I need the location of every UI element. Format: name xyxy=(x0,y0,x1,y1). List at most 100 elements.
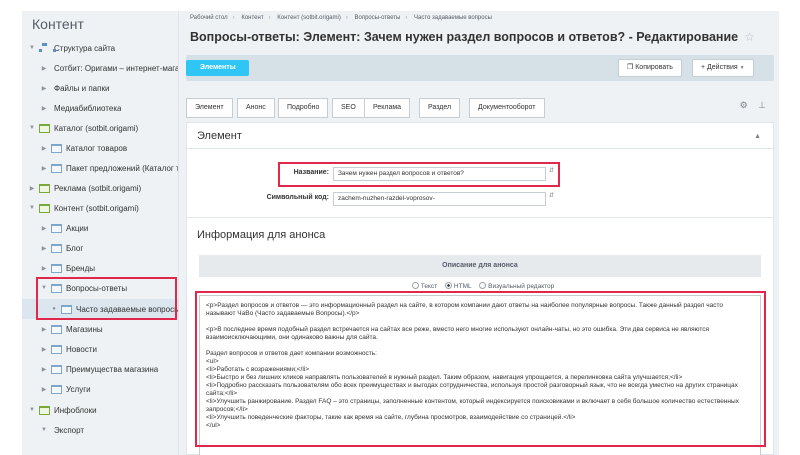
sidebar-item-news[interactable]: ▶ Новости xyxy=(22,339,178,359)
iblock-type-icon xyxy=(39,203,50,213)
admin-window: Контент ▼ Структура сайта ▶ Сотбит: Ориг… xyxy=(22,11,779,455)
sidebar-item-ads[interactable]: ▶ Реклама (sotbit.origami) xyxy=(22,178,178,198)
tab-detail[interactable]: Подробно xyxy=(278,98,329,118)
chevron-right-icon[interactable]: ▶ xyxy=(40,85,48,92)
iblock-icon xyxy=(51,243,62,253)
chevron-right-icon[interactable]: ▶ xyxy=(40,105,48,112)
code-input[interactable]: zachem-nuzhen-razdel-voprosov- xyxy=(333,192,546,206)
copy-button[interactable]: ❐ Копировать xyxy=(618,59,682,77)
section-announce-title: Информация для анонса xyxy=(197,229,326,241)
tab-tools: ⚙ ⊥ xyxy=(740,100,766,111)
breadcrumb-separator-icon: › xyxy=(405,15,408,21)
iblock-icon xyxy=(51,364,62,374)
sidebar-item-catalog[interactable]: ▼ Каталог (sotbit.origami) xyxy=(22,118,178,138)
sidebar-item-products[interactable]: ▶ Каталог товаров xyxy=(22,138,178,158)
sidebar-item-offers[interactable]: ▶ Пакет предложений (Каталог товаров) xyxy=(22,158,178,178)
editor-highlight xyxy=(195,291,766,447)
breadcrumb-item[interactable]: Рабочий стол xyxy=(190,15,228,21)
sidebar-item-promos[interactable]: ▶ Акции xyxy=(22,218,178,238)
chevron-right-icon[interactable]: ▶ xyxy=(40,326,48,333)
translit-icon[interactable]: ⇵ xyxy=(548,192,555,206)
star-icon[interactable]: ☆ xyxy=(744,30,755,44)
collapse-arrow-icon[interactable]: ▲ xyxy=(754,133,761,140)
chevron-down-icon[interactable]: ▼ xyxy=(28,45,36,51)
sidebar-item-iblocks[interactable]: ▼ Инфоблоки xyxy=(22,400,178,420)
breadcrumb-separator-icon: › xyxy=(345,15,348,21)
actions-button[interactable]: + Действия ▼ xyxy=(692,59,754,77)
breadcrumb-item[interactable]: Часто задаваемые вопросы xyxy=(414,15,492,21)
plus-icon: + xyxy=(701,64,706,71)
sidebar-item-files[interactable]: ▶ Файлы и папки xyxy=(22,78,178,98)
chevron-right-icon[interactable]: ▶ xyxy=(28,185,36,192)
sidebar-item-label: Реклама (sotbit.origami) xyxy=(54,183,142,193)
tab-announce[interactable]: Анонс xyxy=(237,98,275,118)
chevron-down-icon[interactable]: ▼ xyxy=(28,205,36,211)
chevron-right-icon[interactable]: ▶ xyxy=(40,225,48,232)
sidebar-item-structure[interactable]: ▼ Структура сайта xyxy=(22,38,178,58)
actions-button-label: Действия xyxy=(707,64,738,71)
sidebar-item-advantages[interactable]: ▶ Преимущества магазина xyxy=(22,359,178,379)
radio-visual-label: Визуальный редактор xyxy=(488,283,555,290)
chevron-right-icon[interactable]: ▶ xyxy=(40,386,48,393)
breadcrumb-item[interactable]: Контент xyxy=(241,15,263,21)
iblock-icon xyxy=(51,324,62,334)
chevron-right-icon[interactable]: ▶ xyxy=(40,145,48,152)
sidebar-item-label: Магазины xyxy=(66,324,103,334)
chevron-right-icon[interactable]: ▶ xyxy=(40,165,48,172)
tab-seo[interactable]: SEO xyxy=(332,98,365,118)
sidebar-item-label: Сотбит: Оригами – интернет-магазин xyxy=(54,63,179,73)
chevron-down-icon[interactable]: ▼ xyxy=(28,125,36,131)
name-highlight xyxy=(278,162,560,187)
sidebar-item-label: Файлы и папки xyxy=(54,83,110,93)
sidebar-item-label: Медиабиблиотека xyxy=(54,103,122,113)
sidebar-item-shops[interactable]: ▶ Магазины xyxy=(22,319,178,339)
gear-icon[interactable]: ⚙ xyxy=(740,100,748,110)
chevron-down-icon: ▼ xyxy=(739,65,745,71)
elements-button[interactable]: Элементы xyxy=(186,60,249,76)
tab-workflow[interactable]: Документооборот xyxy=(469,98,545,118)
chevron-right-icon[interactable]: ▶ xyxy=(40,346,48,353)
chevron-right-icon[interactable]: ▶ xyxy=(40,366,48,373)
breadcrumb-item[interactable]: Вопросы-ответы xyxy=(355,15,401,21)
breadcrumb-item[interactable]: Контент (sotbit.origami) xyxy=(277,15,341,21)
chevron-down-icon[interactable]: ▼ xyxy=(40,427,48,433)
chevron-right-icon[interactable]: ▶ xyxy=(40,65,48,72)
tab-element[interactable]: Элемент xyxy=(186,98,233,118)
chevron-down-icon[interactable]: ▼ xyxy=(28,407,36,413)
sidebar-item-label: Преимущества магазина xyxy=(66,364,159,374)
iblock-icon xyxy=(51,384,62,394)
sidebar-item-label: Структура сайта xyxy=(54,43,116,53)
sidebar-item-label: Услуги xyxy=(66,384,91,394)
sidebar-item-sotbit-origami[interactable]: ▶ Сотбит: Оригами – интернет-магазин xyxy=(22,58,179,78)
sidebar-item-blog[interactable]: ▶ Блог xyxy=(22,238,178,258)
sidebar-item-label: Акции xyxy=(66,223,89,233)
radio-visual[interactable] xyxy=(479,282,487,289)
sidebar-item-medialib[interactable]: ▶ Медиабиблиотека xyxy=(22,98,178,118)
iblock-icon xyxy=(51,263,62,273)
sidebar-item-export[interactable]: ▼ Экспорт xyxy=(22,420,178,440)
radio-html[interactable] xyxy=(444,282,452,289)
breadcrumb: Рабочий стол › Контент › Контент (sotbit.o… xyxy=(190,15,492,21)
description-header: Описание для анонса xyxy=(199,255,761,277)
pin-icon[interactable]: ⊥ xyxy=(758,100,766,110)
sidebar-item-brands[interactable]: ▶ Бренды xyxy=(22,258,178,278)
iblock-icon xyxy=(51,163,62,173)
sidebar-item-label: Экспорт xyxy=(54,425,85,435)
iblock-type-icon xyxy=(39,183,50,193)
tabs-bar: Элемент Анонс Подробно SEO Реклама Разде… xyxy=(186,86,774,120)
page-title-text: Вопросы-ответы: Элемент: Зачем нужен раз… xyxy=(190,30,739,44)
main-content: Рабочий стол › Контент › Контент (sotbit.o… xyxy=(180,11,779,455)
chevron-right-icon[interactable]: ▶ xyxy=(40,265,48,272)
sidebar-item-content[interactable]: ▼ Контент (sotbit.origami) xyxy=(22,198,178,218)
radio-text[interactable] xyxy=(411,282,419,289)
radio-text-label: Текст xyxy=(420,283,438,290)
sidebar-item-services[interactable]: ▶ Услуги xyxy=(22,379,178,399)
tab-ads[interactable]: Реклама xyxy=(364,98,411,118)
chevron-right-icon[interactable]: ▶ xyxy=(40,245,48,252)
radio-html-label: HTML xyxy=(453,283,472,290)
tab-section[interactable]: Раздел xyxy=(419,98,461,118)
sidebar-item-label: Пакет предложений (Каталог товаров) xyxy=(66,163,178,173)
page-title: Вопросы-ответы: Элемент: Зачем нужен раз… xyxy=(190,30,755,44)
section-divider xyxy=(187,148,773,149)
sidebar: Контент ▼ Структура сайта ▶ Сотбит: Ориг… xyxy=(22,11,179,455)
